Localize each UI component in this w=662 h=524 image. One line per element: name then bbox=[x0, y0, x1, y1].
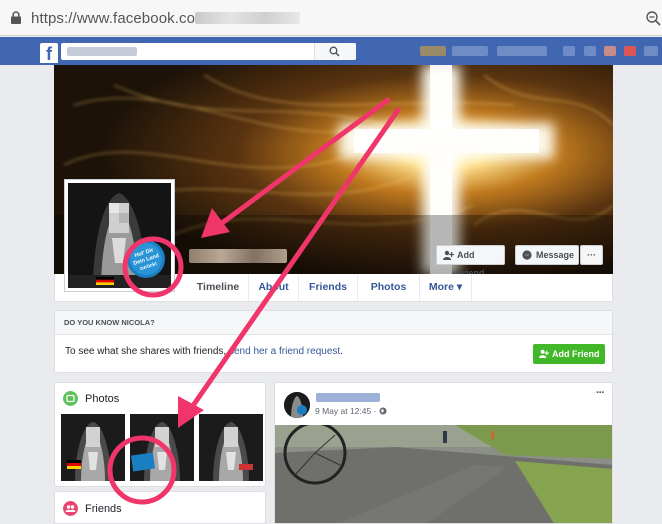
prompt-period: . bbox=[340, 346, 343, 357]
post-timestamp[interactable]: 9 May at 12:45 · bbox=[315, 406, 387, 416]
add-friend-icon bbox=[539, 349, 549, 358]
nav-redacted-8[interactable] bbox=[644, 46, 658, 56]
photo-thumbnail[interactable] bbox=[61, 414, 125, 481]
facebook-logo[interactable]: f bbox=[40, 43, 58, 63]
tab-timeline[interactable]: Timeline bbox=[188, 274, 249, 301]
nav-redacted-2[interactable] bbox=[452, 46, 488, 56]
tab-timeline-label: Timeline bbox=[196, 281, 240, 293]
nav-redacted-3[interactable] bbox=[497, 46, 547, 56]
campaign-badge: Hol' Dir Dein Land zurück! bbox=[127, 240, 165, 278]
timeline-post: 9 May at 12:45 · ··· bbox=[274, 382, 613, 524]
search-input[interactable] bbox=[61, 43, 356, 60]
photo-thumbnail[interactable] bbox=[199, 414, 263, 481]
profile-picture-image: Hol' Dir Dein Land zurück! bbox=[68, 183, 171, 288]
tab-photos-label: Photos bbox=[370, 281, 407, 293]
search-icon bbox=[329, 46, 340, 57]
photos-card-title[interactable]: Photos bbox=[85, 393, 119, 405]
do-you-know-heading: DO YOU KNOW NICOLA? bbox=[55, 311, 612, 335]
tab-more[interactable]: More ▾ bbox=[420, 274, 472, 301]
tab-photos[interactable]: Photos bbox=[358, 274, 420, 301]
photos-card: Photos bbox=[54, 382, 266, 487]
add-friend-green-label: Add Friend bbox=[552, 349, 600, 359]
globe-icon bbox=[379, 407, 387, 415]
add-friend-green-button[interactable]: Add Friend bbox=[533, 344, 605, 364]
tab-more-label: More ▾ bbox=[428, 281, 463, 293]
browser-address-bar[interactable]: https://www.facebook.com/ bbox=[0, 0, 662, 36]
friends-icon bbox=[63, 501, 78, 516]
message-label: Message bbox=[536, 250, 575, 260]
flag-icon bbox=[96, 277, 114, 285]
photo-thumbnail[interactable] bbox=[130, 414, 194, 481]
profile-name-redacted bbox=[189, 249, 287, 263]
search-redacted-text bbox=[67, 47, 137, 56]
url-redacted-path bbox=[195, 12, 300, 24]
friend-request-prompt: To see what she shares with friends, sen… bbox=[65, 346, 343, 357]
tab-friends[interactable]: Friends bbox=[299, 274, 358, 301]
nav-redacted-4[interactable] bbox=[563, 46, 575, 56]
nav-redacted-1[interactable] bbox=[420, 46, 446, 56]
add-friend-icon bbox=[443, 250, 454, 260]
nav-redacted-5[interactable] bbox=[584, 46, 596, 56]
more-options-button[interactable]: ··· bbox=[580, 245, 603, 265]
tab-about-label: About bbox=[258, 281, 289, 293]
prompt-text: To see what she shares with friends, bbox=[65, 346, 229, 357]
lock-icon bbox=[11, 11, 21, 24]
friend-request-link[interactable]: send her a friend request bbox=[229, 346, 340, 357]
tab-friends-label: Friends bbox=[309, 281, 347, 293]
zoom-icon[interactable] bbox=[645, 10, 662, 27]
profile-picture[interactable]: Hol' Dir Dein Land zurück! bbox=[64, 179, 175, 292]
do-you-know-card: DO YOU KNOW NICOLA? To see what she shar… bbox=[54, 310, 613, 373]
search-button[interactable] bbox=[314, 43, 356, 60]
post-time-text: 9 May at 12:45 · bbox=[315, 406, 379, 416]
post-author-redacted[interactable] bbox=[316, 393, 380, 402]
messenger-icon bbox=[522, 250, 532, 260]
post-options-button[interactable]: ··· bbox=[596, 387, 605, 399]
url-text[interactable]: https://www.facebook.com/ bbox=[31, 10, 212, 27]
add-friend-button[interactable]: Add Friend bbox=[436, 245, 505, 278]
photos-icon bbox=[63, 391, 78, 406]
post-author-avatar[interactable] bbox=[284, 392, 310, 418]
more-options-label: ··· bbox=[587, 250, 596, 260]
post-photo[interactable] bbox=[275, 425, 613, 524]
message-button[interactable]: Message bbox=[515, 245, 579, 265]
facebook-top-bar: f bbox=[0, 37, 662, 65]
friends-card-title[interactable]: Friends bbox=[85, 503, 122, 515]
friends-card: Friends bbox=[54, 491, 266, 524]
nav-redacted-6[interactable] bbox=[604, 46, 616, 56]
nav-redacted-7[interactable] bbox=[624, 46, 636, 56]
tab-about[interactable]: About bbox=[249, 274, 299, 301]
